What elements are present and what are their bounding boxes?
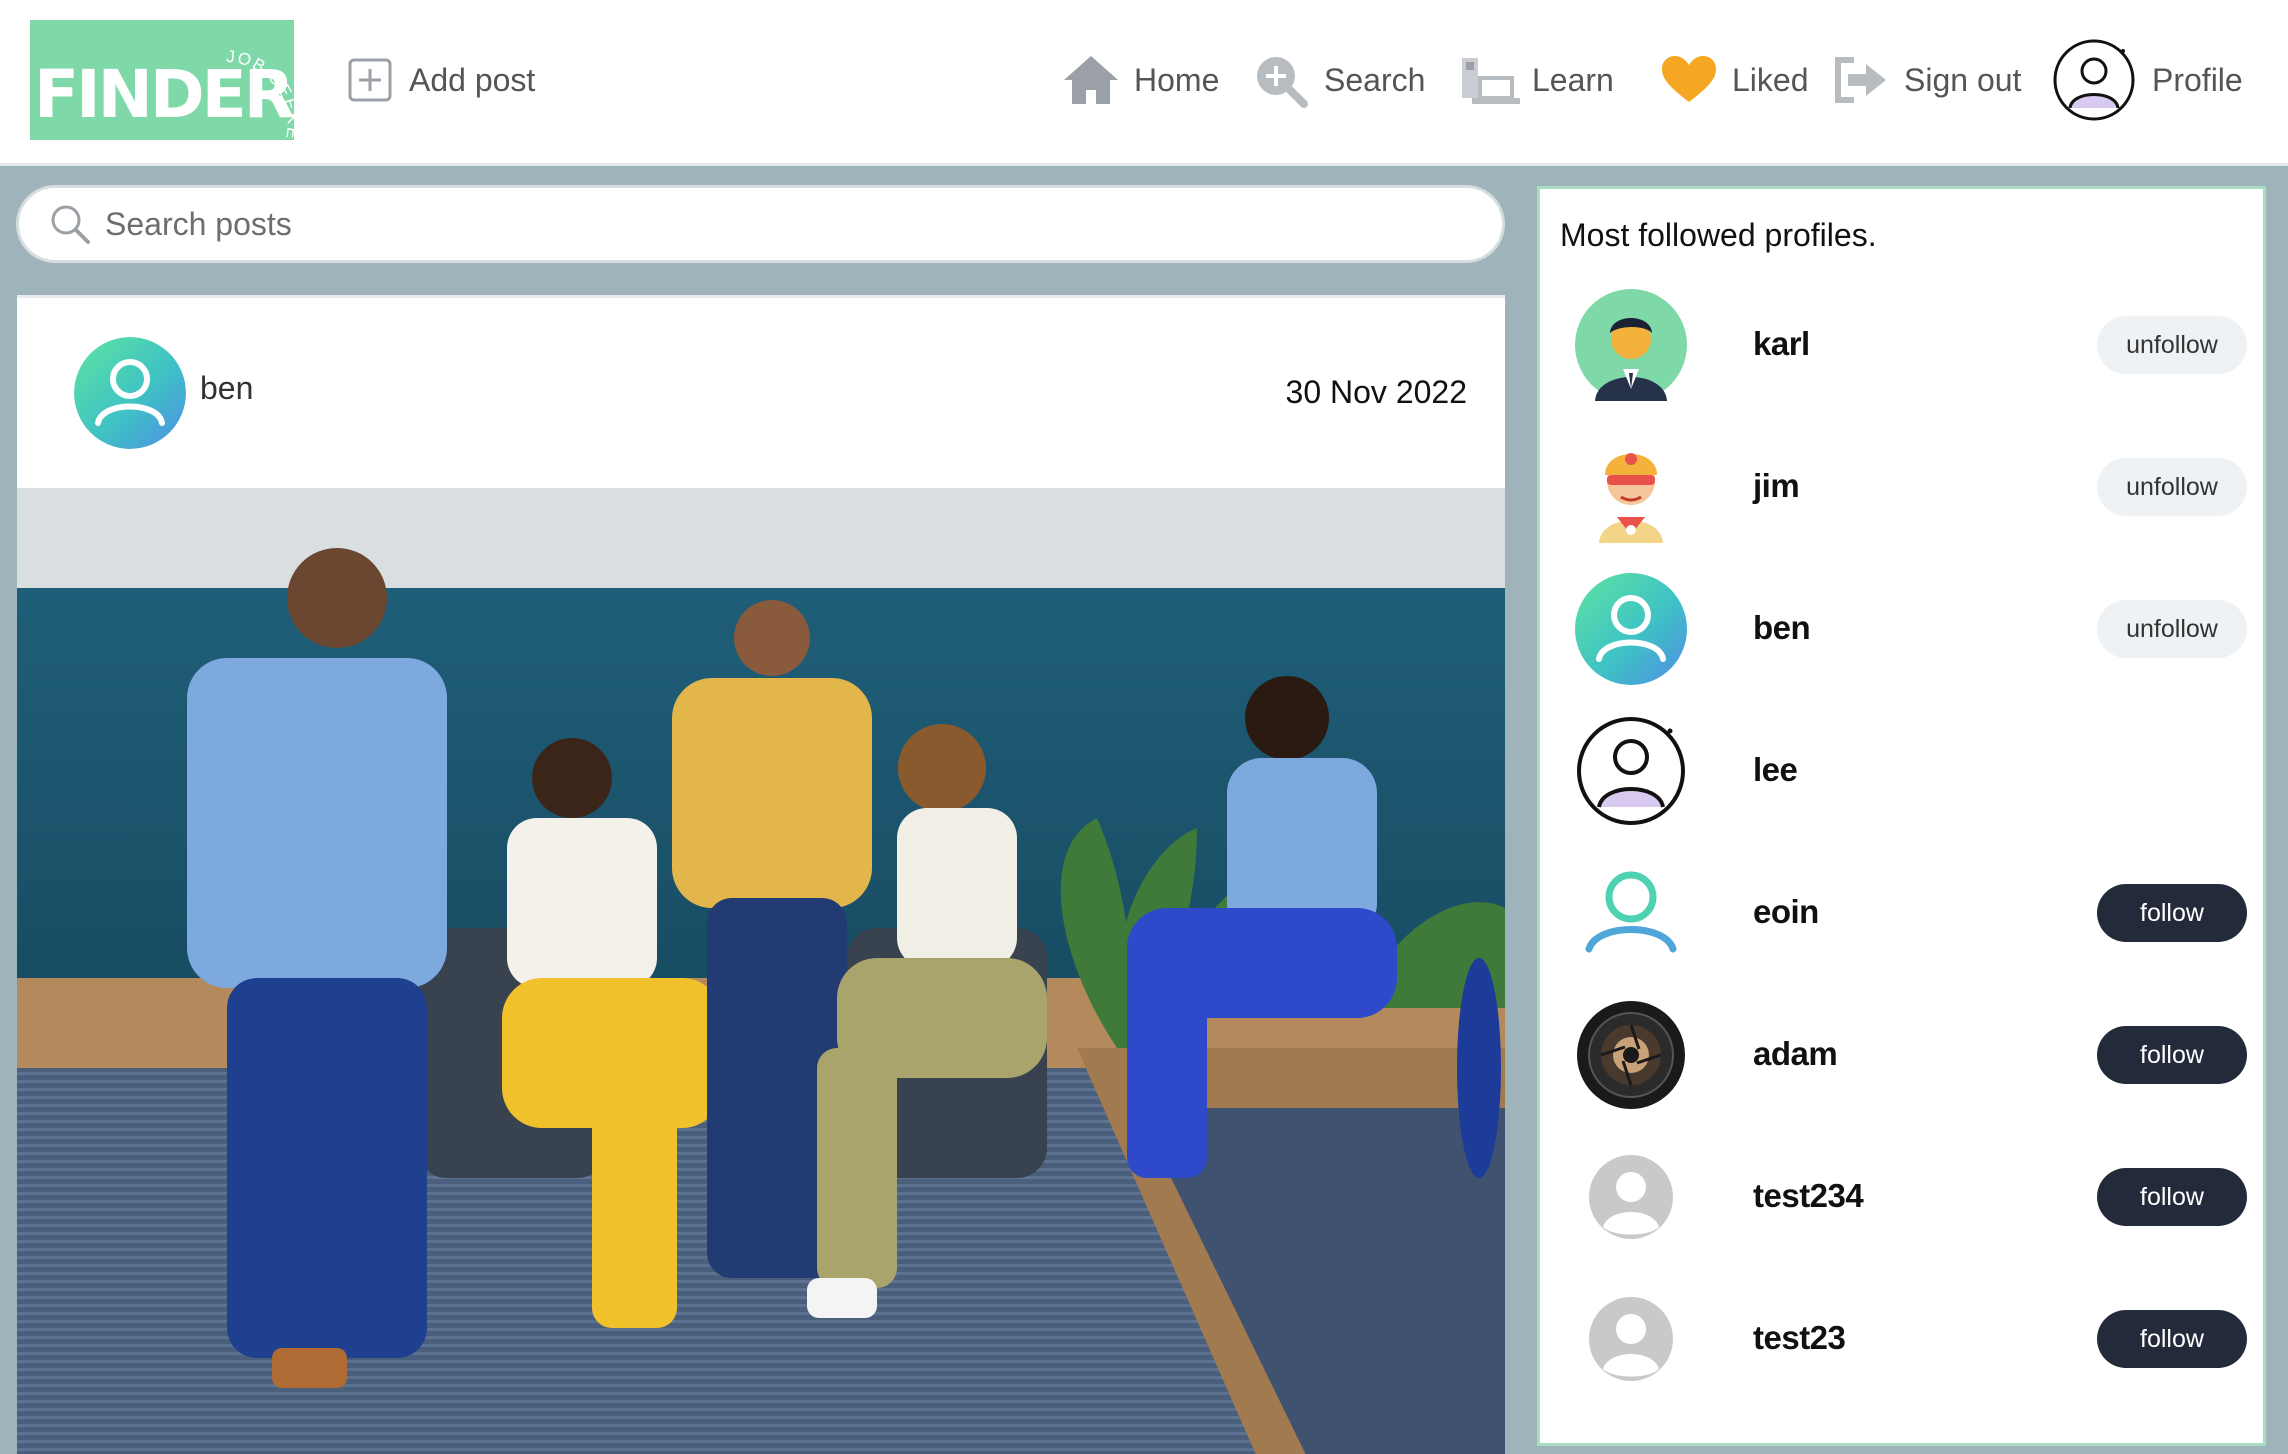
nav-home-label: Home — [1134, 61, 1220, 98]
superhero-avatar[interactable] — [1575, 431, 1687, 543]
default-grey-avatar[interactable] — [1575, 1283, 1687, 1395]
profile-name[interactable]: karl — [1753, 325, 1810, 363]
profile-row-test23[interactable]: test23 follow — [1575, 1283, 2247, 1395]
businessman-avatar[interactable] — [1575, 289, 1687, 401]
follow-button[interactable]: follow — [2097, 1310, 2247, 1368]
profile-row-test234[interactable]: test234 follow — [1575, 1141, 2247, 1253]
post-author-avatar[interactable] — [74, 337, 186, 449]
follow-button[interactable]: follow — [2097, 884, 2247, 942]
finder-logo[interactable]: FINDER JOB SEEKERS — [30, 20, 294, 140]
logo-tagline-arc: JOB SEEKERS — [226, 38, 294, 140]
home-icon — [1060, 52, 1122, 108]
post-date: 30 Nov 2022 — [1285, 374, 1467, 410]
nav-profile[interactable]: Profile — [2052, 36, 2243, 124]
outlined-user-avatar[interactable] — [1575, 715, 1687, 827]
nav-liked-label: Liked — [1732, 61, 1809, 98]
default-grey-avatar[interactable] — [1575, 1141, 1687, 1253]
profile-row-lee[interactable]: lee — [1575, 715, 2247, 827]
teal-outline-user-avatar[interactable] — [1575, 857, 1687, 969]
search-posts-bar[interactable] — [16, 185, 1505, 263]
profile-row-eoin[interactable]: eoin follow — [1575, 857, 2247, 969]
unfollow-button[interactable]: unfollow — [2097, 458, 2247, 516]
nav-search[interactable]: Search — [1250, 44, 1425, 116]
nav-search-label: Search — [1324, 61, 1426, 98]
unfollow-button[interactable]: unfollow — [2097, 316, 2247, 374]
nav-sign-out[interactable]: Sign out — [1830, 44, 2021, 116]
profile-row-karl[interactable]: karl unfollow — [1575, 289, 2247, 401]
nav-learn[interactable]: Learn — [1458, 44, 1614, 116]
add-post-label: Add post — [409, 61, 536, 98]
magnifier-icon — [51, 205, 90, 244]
sign-out-icon — [1830, 52, 1892, 108]
add-square-icon — [348, 58, 392, 102]
search-plus-icon — [1250, 52, 1312, 108]
nav-learn-label: Learn — [1532, 61, 1614, 98]
profile-name[interactable]: adam — [1753, 1035, 1838, 1073]
post-card: ben 30 Nov 2022 — [17, 295, 1505, 1454]
learn-icon — [1458, 52, 1520, 108]
profile-name[interactable]: ben — [1753, 609, 1811, 647]
nav-liked[interactable]: Liked — [1658, 44, 1809, 116]
post-author-name[interactable]: ben — [200, 370, 253, 407]
post-image[interactable] — [17, 488, 1505, 1454]
heart-icon — [1658, 52, 1720, 108]
most-followed-panel: Most followed profiles. karl unfollow ji… — [1537, 186, 2266, 1446]
follow-button[interactable]: follow — [2097, 1026, 2247, 1084]
profile-name[interactable]: jim — [1753, 467, 1800, 505]
profile-name[interactable]: lee — [1753, 751, 1798, 789]
unfollow-button[interactable]: unfollow — [2097, 600, 2247, 658]
add-post-button[interactable]: Add post — [347, 52, 535, 108]
most-followed-title: Most followed profiles. — [1560, 217, 1877, 253]
nav-sign-out-label: Sign out — [1904, 61, 2022, 98]
profile-name[interactable]: test23 — [1753, 1319, 1846, 1357]
profile-name[interactable]: eoin — [1753, 893, 1819, 931]
profile-avatar-icon — [2052, 38, 2136, 122]
nav-home[interactable]: Home — [1060, 44, 1219, 116]
search-input[interactable] — [105, 205, 1502, 243]
gradient-user-avatar[interactable] — [1575, 573, 1687, 685]
follow-button[interactable]: follow — [2097, 1168, 2247, 1226]
profile-name[interactable]: test234 — [1753, 1177, 1864, 1215]
camera-lens-avatar[interactable] — [1575, 999, 1687, 1111]
profile-row-jim[interactable]: jim unfollow — [1575, 431, 2247, 543]
profile-row-adam[interactable]: adam follow — [1575, 999, 2247, 1111]
top-navigation-bar: FINDER JOB SEEKERS Add post Home Search … — [0, 0, 2288, 166]
profile-row-ben[interactable]: ben unfollow — [1575, 573, 2247, 685]
nav-profile-label: Profile — [2152, 61, 2243, 98]
svg-text:JOB SEEKERS: JOB SEEKERS — [226, 38, 294, 140]
